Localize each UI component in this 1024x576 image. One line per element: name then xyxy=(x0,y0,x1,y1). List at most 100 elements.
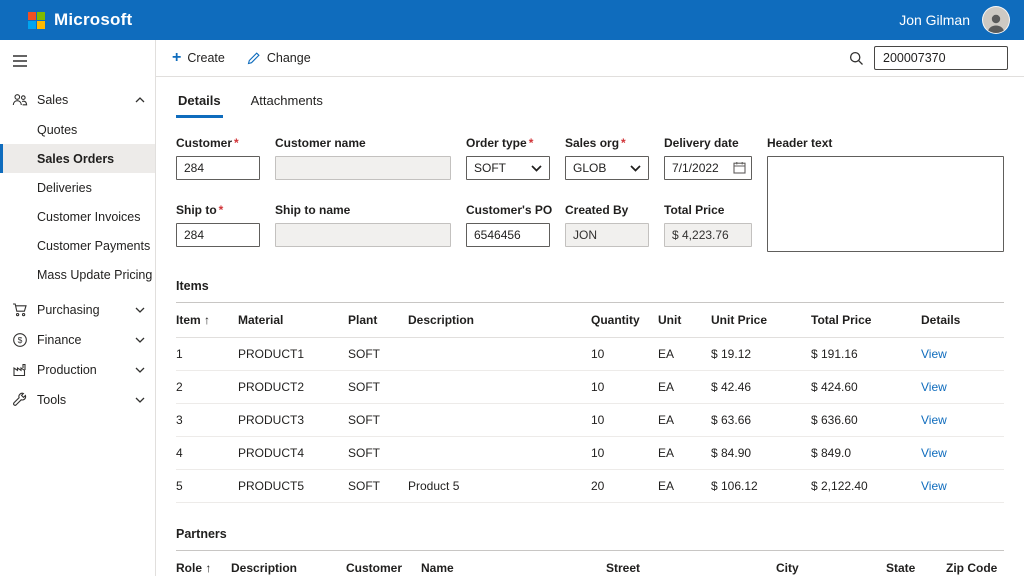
table-cell: 10 xyxy=(591,371,658,404)
column-header[interactable]: Details xyxy=(921,303,1004,338)
table-cell: $ 636.60 xyxy=(811,404,921,437)
required-marker: * xyxy=(621,136,626,150)
menu-toggle-button[interactable] xyxy=(0,46,40,79)
order-type-select[interactable]: SOFT xyxy=(466,156,550,180)
sidebar-item-purchasing[interactable]: Purchasing xyxy=(0,295,155,325)
view-link[interactable]: View xyxy=(921,479,947,493)
user-avatar[interactable] xyxy=(982,6,1010,34)
nav-item-label: Quotes xyxy=(37,123,77,137)
view-link[interactable]: View xyxy=(921,347,947,361)
column-header[interactable]: Zip Code xyxy=(946,551,1004,576)
sidebar-item-deliveries[interactable]: Deliveries xyxy=(0,173,155,202)
chevron-down-icon xyxy=(135,367,145,373)
sidebar-item-sales-orders[interactable]: Sales Orders xyxy=(0,144,155,173)
change-button[interactable]: Change xyxy=(247,51,311,65)
create-button[interactable]: + Create xyxy=(172,50,225,66)
selected-value: SOFT xyxy=(474,161,506,175)
section-title: Items xyxy=(176,279,1004,293)
column-header[interactable]: Name xyxy=(421,551,606,576)
column-header[interactable]: City xyxy=(776,551,886,576)
column-header[interactable]: Street xyxy=(606,551,776,576)
sidebar-item-mass-update-pricing[interactable]: Mass Update Pricing xyxy=(0,260,155,289)
sidebar-item-customer-invoices[interactable]: Customer Invoices xyxy=(0,202,155,231)
table-cell: $ 849.0 xyxy=(811,437,921,470)
plus-icon: + xyxy=(172,50,181,66)
chevron-up-icon xyxy=(135,97,145,103)
calendar-icon[interactable] xyxy=(733,161,746,174)
tab-details[interactable]: Details xyxy=(176,89,223,118)
sidebar-item-tools[interactable]: Tools xyxy=(0,385,155,415)
factory-icon xyxy=(12,362,28,378)
field-total-price: Total Price xyxy=(664,203,752,255)
field-label: Sales org* xyxy=(565,136,649,150)
search-input[interactable] xyxy=(874,46,1008,70)
change-button-label: Change xyxy=(267,51,311,65)
view-link[interactable]: View xyxy=(921,380,947,394)
chevron-down-icon xyxy=(531,165,542,172)
field-order-type: Order type* SOFT xyxy=(466,136,550,188)
table-cell: EA xyxy=(658,371,711,404)
table-cell: $ 19.12 xyxy=(711,338,811,371)
required-marker: * xyxy=(219,203,224,217)
sidebar-item-quotes[interactable]: Quotes xyxy=(0,115,155,144)
items-table: Item ↑MaterialPlantDescriptionQuantityUn… xyxy=(176,303,1004,503)
column-header[interactable]: Unit Price xyxy=(711,303,811,338)
partners-section: Partners Role ↑DescriptionCustomerNameSt… xyxy=(176,527,1004,576)
table-cell: EA xyxy=(658,338,711,371)
field-customers-po: Customer's PO xyxy=(466,203,550,255)
table-cell: $ 2,122.40 xyxy=(811,470,921,503)
field-label: Order type* xyxy=(466,136,550,150)
table-cell: 10 xyxy=(591,338,658,371)
required-marker: * xyxy=(234,136,239,150)
column-header[interactable]: Role ↑ xyxy=(176,551,231,576)
tab-attachments[interactable]: Attachments xyxy=(249,89,325,118)
sidebar-item-customer-payments[interactable]: Customer Payments xyxy=(0,231,155,260)
view-link[interactable]: View xyxy=(921,446,947,460)
table-cell: $ 191.16 xyxy=(811,338,921,371)
column-header[interactable]: Item ↑ xyxy=(176,303,238,338)
sales-org-select[interactable]: GLOB xyxy=(565,156,649,180)
nav-group-label: Sales xyxy=(37,93,126,107)
sidebar-item-finance[interactable]: $ Finance xyxy=(0,325,155,355)
nav-item-label: Customer Invoices xyxy=(37,210,141,224)
nav-group-label: Tools xyxy=(37,393,126,407)
table-cell xyxy=(408,371,591,404)
table-cell: 5 xyxy=(176,470,238,503)
user-name: Jon Gilman xyxy=(899,12,970,28)
table-cell: SOFT xyxy=(348,404,408,437)
action-toolbar: + Create Change xyxy=(156,40,1024,77)
field-ship-to: Ship to* xyxy=(176,203,260,255)
column-header[interactable]: Total Price xyxy=(811,303,921,338)
table-row: 1PRODUCT1SOFT10EA$ 19.12$ 191.16View xyxy=(176,338,1004,371)
section-title: Partners xyxy=(176,527,1004,541)
table-cell: $ 84.90 xyxy=(711,437,811,470)
field-created-by: Created By xyxy=(565,203,649,255)
table-cell: Product 5 xyxy=(408,470,591,503)
header-text-input[interactable] xyxy=(767,156,1004,252)
column-header[interactable]: Description xyxy=(231,551,346,576)
view-link[interactable]: View xyxy=(921,413,947,427)
field-label: Delivery date xyxy=(664,136,752,150)
sidebar-item-sales[interactable]: Sales xyxy=(0,85,155,115)
column-header[interactable]: Customer xyxy=(346,551,421,576)
column-header[interactable]: Plant xyxy=(348,303,408,338)
cart-icon xyxy=(12,302,28,318)
table-cell: $ 106.12 xyxy=(711,470,811,503)
customer-input[interactable] xyxy=(176,156,260,180)
column-header[interactable]: State xyxy=(886,551,946,576)
ship-to-name-input xyxy=(275,223,451,247)
nav-group-label: Finance xyxy=(37,333,126,347)
table-cell: EA xyxy=(658,437,711,470)
column-header[interactable]: Quantity xyxy=(591,303,658,338)
column-header[interactable]: Material xyxy=(238,303,348,338)
nav-item-label: Sales Orders xyxy=(37,152,114,166)
sidebar: Sales Quotes Sales Orders Deliveries Cus… xyxy=(0,40,156,576)
customers-po-input[interactable] xyxy=(466,223,550,247)
page-content: Details Attachments Customer* Customer n… xyxy=(156,77,1024,576)
sidebar-item-production[interactable]: Production xyxy=(0,355,155,385)
column-header[interactable]: Description xyxy=(408,303,591,338)
table-row: 5PRODUCT5SOFTProduct 520EA$ 106.12$ 2,12… xyxy=(176,470,1004,503)
search-icon[interactable] xyxy=(849,51,864,66)
ship-to-input[interactable] xyxy=(176,223,260,247)
column-header[interactable]: Unit xyxy=(658,303,711,338)
